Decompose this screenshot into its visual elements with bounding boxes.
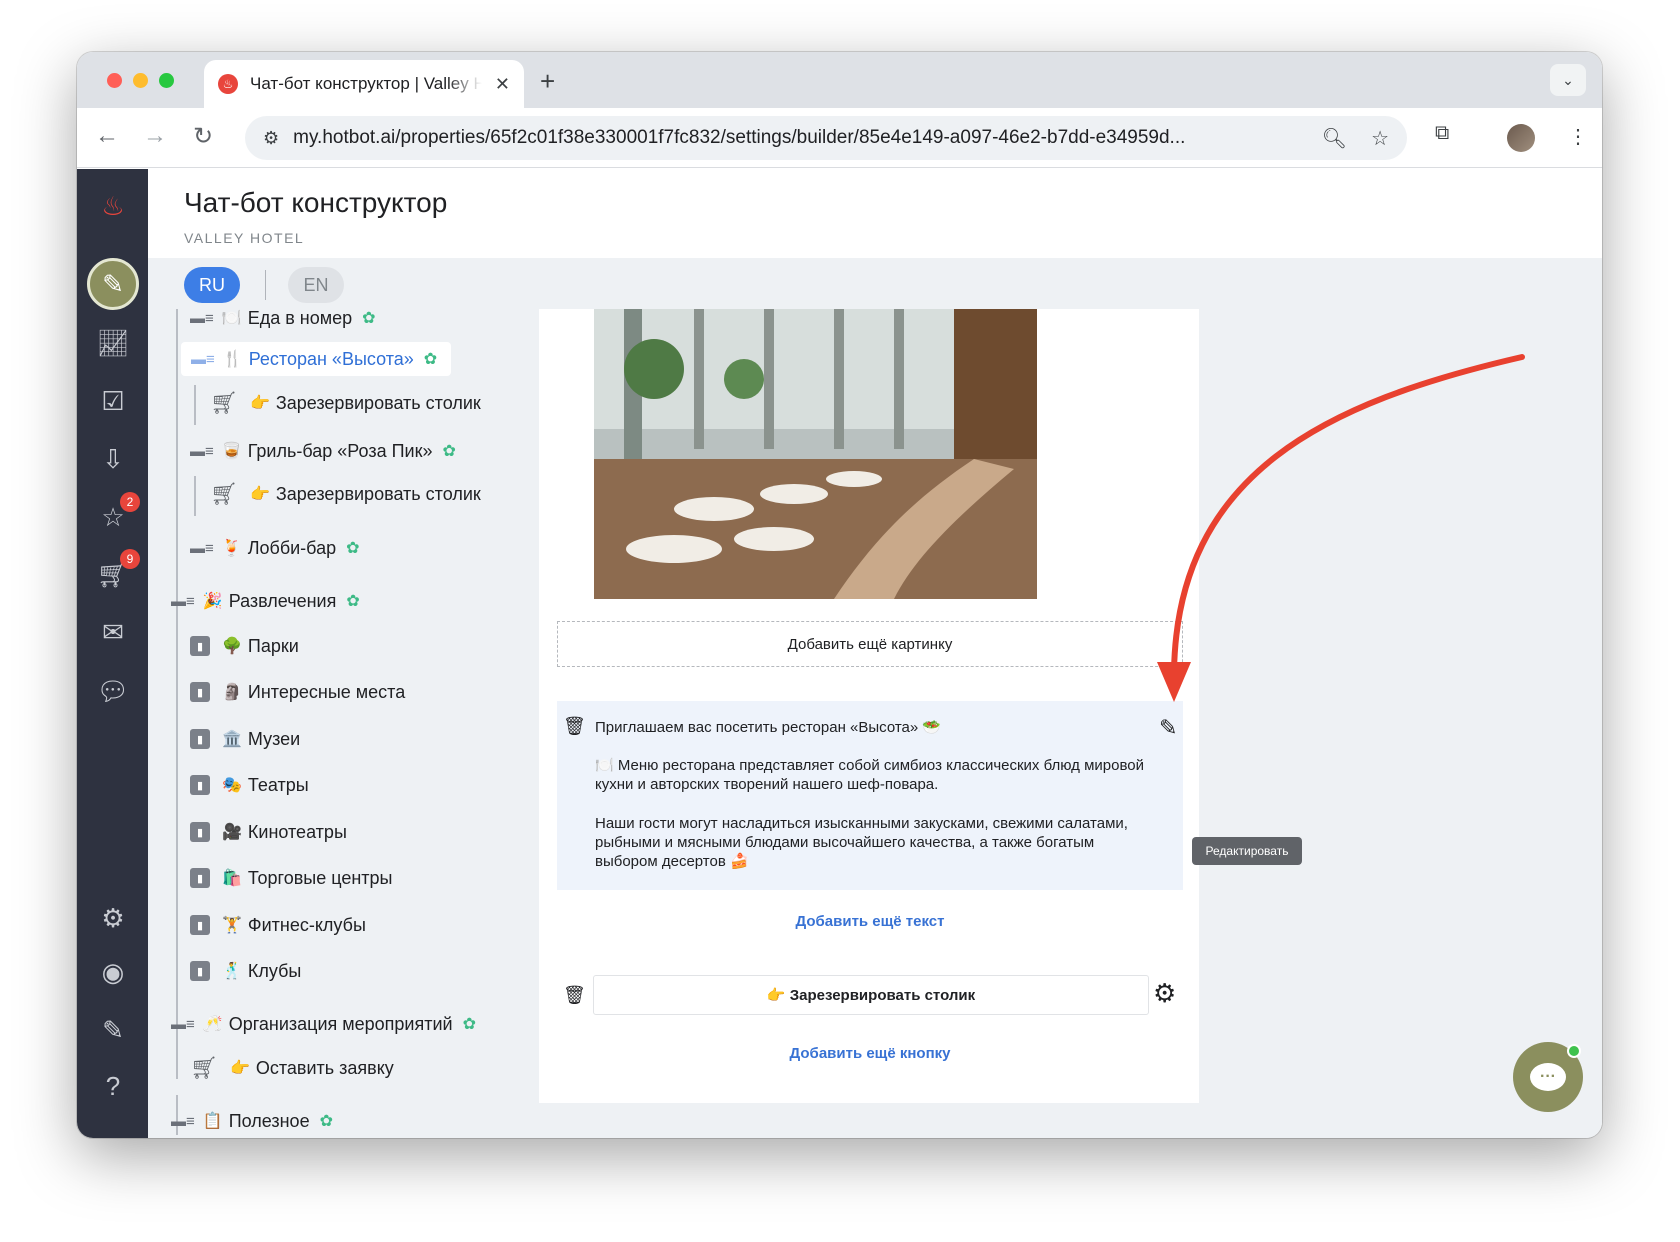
- annotation-arrow: [1157, 354, 1525, 702]
- browser-window: ♨ Чат-бот конструктор | Valley Hotel ✕ +…: [77, 52, 1602, 1138]
